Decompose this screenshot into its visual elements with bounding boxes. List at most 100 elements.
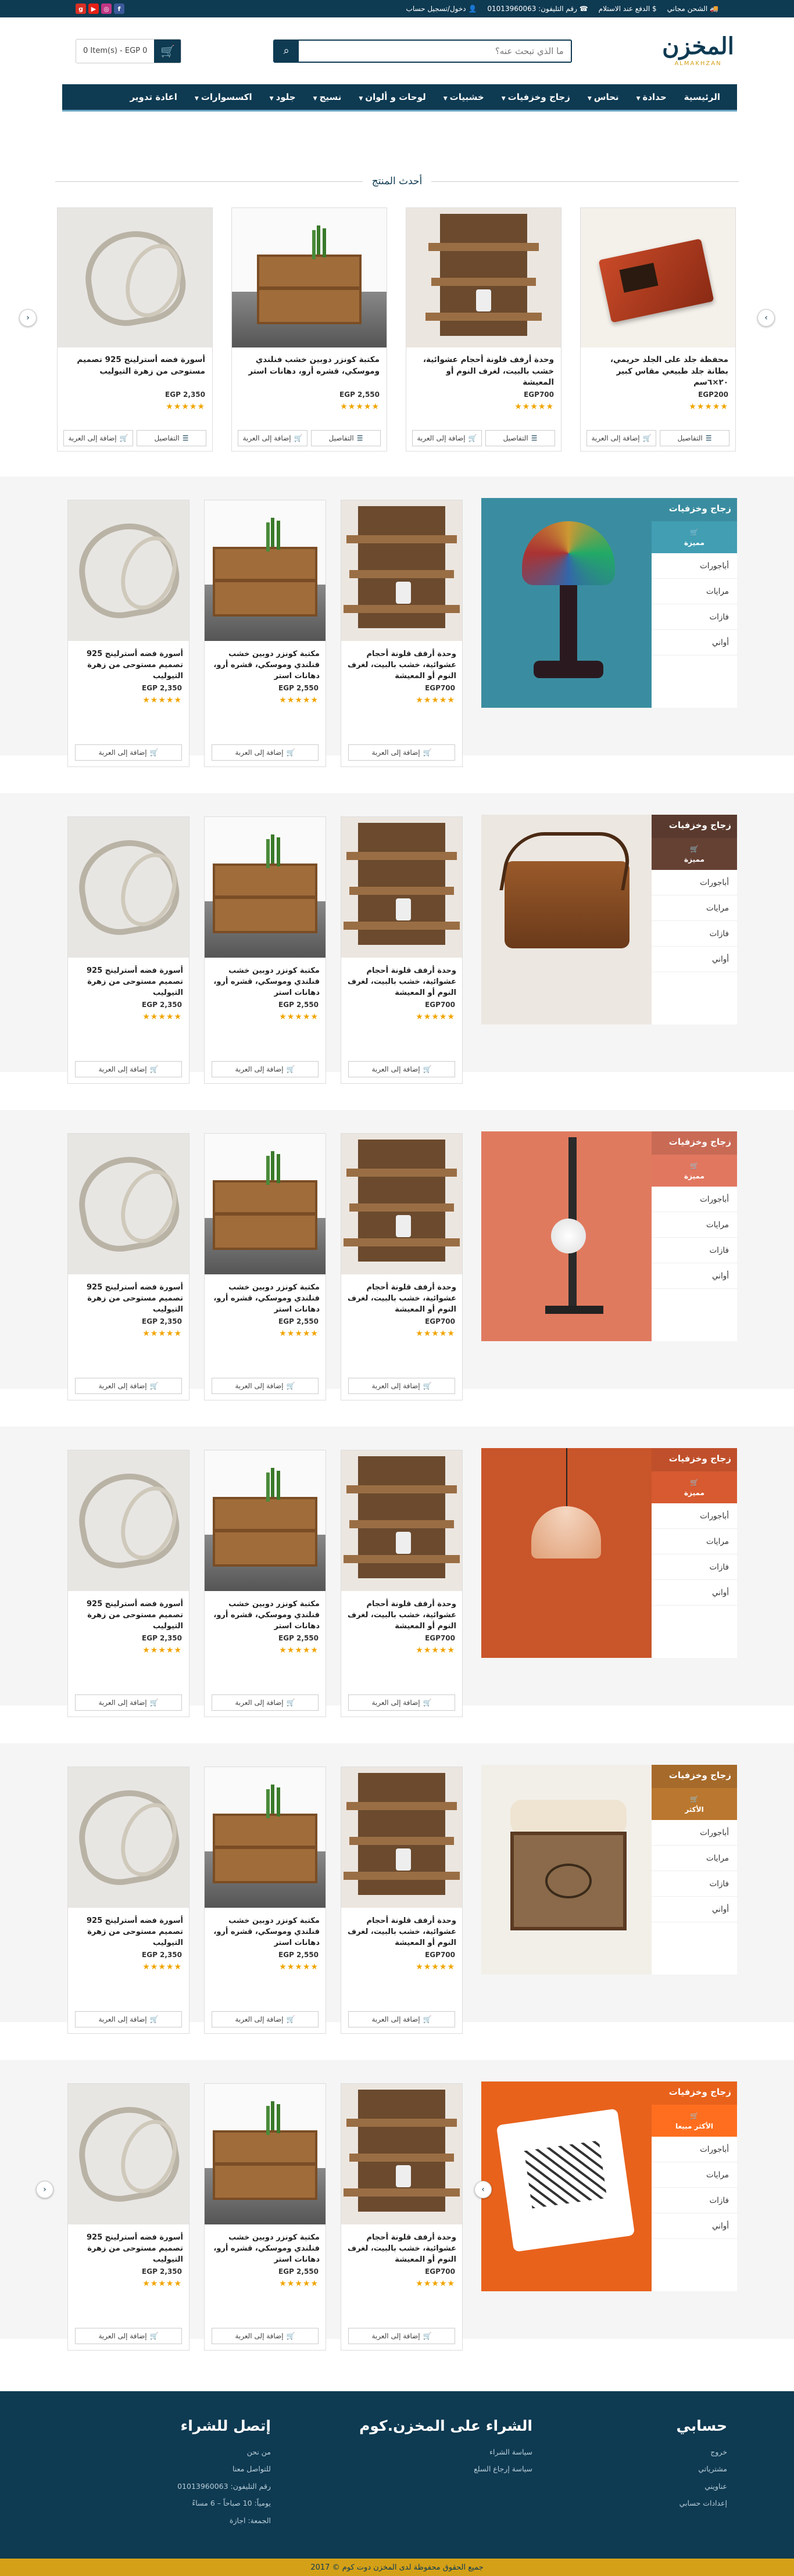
product-name[interactable]: مكتبة كونزر دوبين خشب فنلندي وموسكي، قشر… bbox=[205, 1908, 326, 1950]
googleplus-icon[interactable]: g bbox=[76, 3, 86, 14]
category-link[interactable]: فازات bbox=[652, 1238, 737, 1263]
add-to-cart-button[interactable]: 🛒 إضافة إلى العربة bbox=[348, 2011, 455, 2027]
category-banner-image[interactable] bbox=[481, 1765, 652, 1975]
add-to-cart-button[interactable]: 🛒 إضافة إلى العربة bbox=[412, 430, 482, 446]
category-banner-image[interactable] bbox=[481, 1131, 652, 1341]
category-link[interactable]: فازات bbox=[652, 1554, 737, 1580]
category-link[interactable]: مرايات bbox=[652, 2162, 737, 2188]
product-name[interactable]: محفظة جلد على الجلد حريمي، بطانة جلد طبي… bbox=[581, 347, 735, 389]
nav-item-1[interactable]: حدادة▼ bbox=[628, 92, 675, 102]
facebook-icon[interactable]: f bbox=[114, 3, 124, 14]
category-title[interactable]: زجاج وخزفيات bbox=[652, 498, 737, 521]
category-link[interactable]: مرايات bbox=[652, 1846, 737, 1871]
product-name[interactable]: مكتبة كونزر دوبين خشب فنلندي وموسكي، قشر… bbox=[205, 1591, 326, 1633]
add-to-cart-button[interactable]: 🛒 إضافة إلى العربة bbox=[75, 744, 182, 761]
product-name[interactable]: وحدة أرفف قلونة أحجام عشوائية، خشب بالبي… bbox=[341, 2224, 462, 2266]
category-badge[interactable]: 🛒 مميزة bbox=[652, 521, 737, 553]
category-link[interactable]: أباجورات bbox=[652, 553, 737, 579]
product-name[interactable]: مكتبة كونزر دوبين خشب فنلندي وموسكي، قشر… bbox=[232, 347, 387, 389]
product-name[interactable]: أسورة فضه أسترلينج 925 تصميم مستوحى من ز… bbox=[68, 958, 189, 999]
category-link[interactable]: أباجورات bbox=[652, 870, 737, 895]
add-to-cart-button[interactable]: 🛒 إضافة إلى العربة bbox=[238, 430, 307, 446]
add-to-cart-button[interactable]: 🛒 إضافة إلى العربة bbox=[75, 1061, 182, 1077]
category-link[interactable]: فازات bbox=[652, 604, 737, 630]
product-image[interactable] bbox=[232, 208, 387, 347]
category-link[interactable]: أواني bbox=[652, 630, 737, 655]
add-to-cart-button[interactable]: 🛒 إضافة إلى العربة bbox=[212, 2011, 319, 2027]
search-input[interactable] bbox=[298, 40, 571, 62]
product-image[interactable] bbox=[341, 2084, 462, 2224]
nav-item-3[interactable]: زجاج وخزفيات▼ bbox=[493, 92, 579, 102]
product-name[interactable]: مكتبة كونزر دوبين خشب فنلندي وموسكي، قشر… bbox=[205, 2224, 326, 2266]
category-title[interactable]: زجاج وخزفيات bbox=[652, 1765, 737, 1788]
add-to-cart-button[interactable]: 🛒 إضافة إلى العربة bbox=[75, 2011, 182, 2027]
add-to-cart-button[interactable]: 🛒 إضافة إلى العربة bbox=[212, 1061, 319, 1077]
details-button[interactable]: ☰ التفاصيل bbox=[485, 430, 555, 446]
section-prev-arrow[interactable]: ‹ bbox=[36, 2181, 53, 2198]
site-logo[interactable]: المخزن ALMAKHZAN bbox=[662, 27, 734, 75]
nav-item-5[interactable]: لوحات و ألوان▼ bbox=[350, 92, 434, 102]
product-image[interactable] bbox=[68, 817, 189, 958]
product-image[interactable] bbox=[205, 2084, 326, 2224]
category-banner-image[interactable] bbox=[481, 498, 652, 708]
category-title[interactable]: زجاج وخزفيات bbox=[652, 1448, 737, 1471]
details-button[interactable]: ☰ التفاصيل bbox=[311, 430, 381, 446]
product-name[interactable]: وحدة أرفف قلونة أحجام عشوائية، خشب بالبي… bbox=[341, 958, 462, 999]
footer-link[interactable]: خروج bbox=[676, 2444, 727, 2460]
product-name[interactable]: مكتبة كونزر دوبين خشب فنلندي وموسكي، قشر… bbox=[205, 1274, 326, 1316]
nav-item-9[interactable]: اعادة تدوير bbox=[121, 92, 186, 102]
product-image[interactable] bbox=[68, 1450, 189, 1591]
category-badge[interactable]: 🛒 مميزة bbox=[652, 838, 737, 870]
category-link[interactable]: مرايات bbox=[652, 1529, 737, 1554]
add-to-cart-button[interactable]: 🛒 إضافة إلى العربة bbox=[348, 2328, 455, 2344]
category-link[interactable]: فازات bbox=[652, 1871, 737, 1897]
product-name[interactable]: مكتبة كونزر دوبين خشب فنلندي وموسكي، قشر… bbox=[205, 958, 326, 999]
footer-link[interactable]: من نحن bbox=[177, 2444, 271, 2460]
product-image[interactable] bbox=[205, 817, 326, 958]
add-to-cart-button[interactable]: 🛒 إضافة إلى العربة bbox=[75, 1378, 182, 1394]
add-to-cart-button[interactable]: 🛒 إضافة إلى العربة bbox=[75, 2328, 182, 2344]
nav-item-2[interactable]: نحاس▼ bbox=[579, 92, 628, 102]
product-image[interactable] bbox=[341, 1767, 462, 1908]
product-image[interactable] bbox=[341, 500, 462, 641]
add-to-cart-button[interactable]: 🛒 إضافة إلى العربة bbox=[212, 2328, 319, 2344]
category-title[interactable]: زجاج وخزفيات bbox=[652, 815, 737, 838]
product-image[interactable] bbox=[406, 208, 561, 347]
footer-link[interactable]: الجمعة: اجازة bbox=[177, 2512, 271, 2529]
login-link[interactable]: 👤 دخول/تسجيل حساب bbox=[406, 5, 477, 13]
add-to-cart-button[interactable]: 🛒 إضافة إلى العربة bbox=[63, 430, 133, 446]
add-to-cart-button[interactable]: 🛒 إضافة إلى العربة bbox=[348, 1378, 455, 1394]
product-name[interactable]: أسورة فضه أسترلينج 925 تصميم مستوحى من ز… bbox=[58, 347, 212, 389]
nav-item-8[interactable]: اكسسوارات▼ bbox=[186, 92, 261, 102]
footer-link[interactable]: يومياً: 10 صباحاً – 6 مساءً bbox=[177, 2495, 271, 2511]
category-badge[interactable]: 🛒 مميزة bbox=[652, 1471, 737, 1503]
product-name[interactable]: وحدة أرفف قلونة أحجام عشوائية، خشب بالبي… bbox=[406, 347, 561, 389]
carousel-prev-arrow[interactable]: ‹ bbox=[19, 309, 37, 327]
product-name[interactable]: وحدة أرفف قلونة أحجام عشوائية، خشب بالبي… bbox=[341, 641, 462, 683]
category-banner-image[interactable] bbox=[481, 1448, 652, 1658]
category-link[interactable]: مرايات bbox=[652, 1212, 737, 1238]
product-name[interactable]: وحدة أرفف قلونة أحجام عشوائية، خشب بالبي… bbox=[341, 1591, 462, 1633]
footer-link[interactable]: رقم التليفون: 01013960063 bbox=[177, 2478, 271, 2495]
product-image[interactable] bbox=[341, 817, 462, 958]
category-banner-image[interactable] bbox=[481, 2081, 652, 2291]
nav-item-7[interactable]: جلود▼ bbox=[261, 92, 305, 102]
product-image[interactable] bbox=[205, 1767, 326, 1908]
product-name[interactable]: أسورة فضه أسترلينج 925 تصميم مستوحى من ز… bbox=[68, 1591, 189, 1633]
category-badge[interactable]: 🛒 الأكثر bbox=[652, 1788, 737, 1820]
product-image[interactable] bbox=[205, 1134, 326, 1274]
instagram-icon[interactable]: ◎ bbox=[101, 3, 112, 14]
category-link[interactable]: أواني bbox=[652, 2213, 737, 2239]
product-image[interactable] bbox=[341, 1450, 462, 1591]
category-badge[interactable]: 🛒 الأكثر مبيعا bbox=[652, 2105, 737, 2137]
category-link[interactable]: أباجورات bbox=[652, 1187, 737, 1212]
category-link[interactable]: أباجورات bbox=[652, 1820, 737, 1846]
category-link[interactable]: فازات bbox=[652, 2188, 737, 2213]
category-link[interactable]: مرايات bbox=[652, 579, 737, 604]
add-to-cart-button[interactable]: 🛒 إضافة إلى العربة bbox=[212, 744, 319, 761]
category-title[interactable]: زجاج وخزفيات bbox=[652, 2081, 737, 2105]
product-name[interactable]: أسورة فضه أسترلينج 925 تصميم مستوحى من ز… bbox=[68, 1908, 189, 1950]
product-image[interactable] bbox=[68, 2084, 189, 2224]
product-name[interactable]: أسورة فضه أسترلينج 925 تصميم مستوحى من ز… bbox=[68, 2224, 189, 2266]
category-title[interactable]: زجاج وخزفيات bbox=[652, 1131, 737, 1155]
